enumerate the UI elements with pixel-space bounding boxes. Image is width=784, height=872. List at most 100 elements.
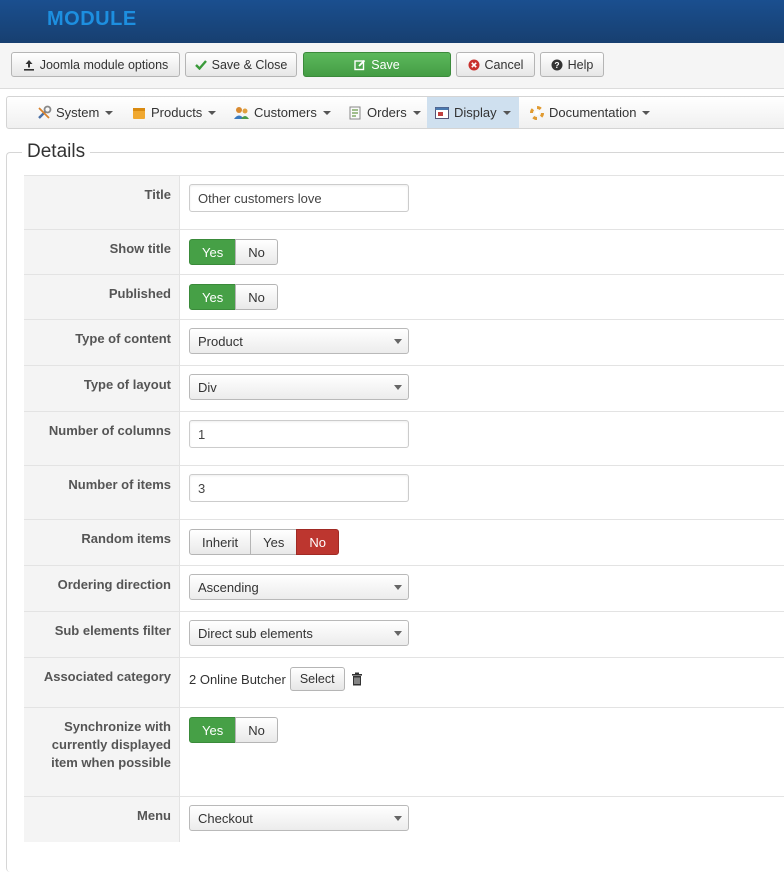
wrench-icon (36, 105, 52, 121)
select-category-button[interactable]: Select (289, 667, 345, 691)
sub-elements-filter-select[interactable]: Direct sub elements (189, 620, 409, 646)
svg-text:?: ? (554, 60, 559, 70)
synchronize-yes[interactable]: Yes (189, 717, 237, 743)
ordering-direction-label: Ordering direction (57, 577, 171, 592)
title-label: Title (144, 187, 172, 202)
form-row-type-of-layout: Type of layout Div (24, 365, 784, 411)
cancel-icon (468, 59, 480, 71)
menu-value: Checkout (198, 810, 253, 826)
type-of-content-value: Product (198, 333, 243, 349)
check-icon (194, 59, 207, 70)
random-items-toggle: Inherit Yes No (189, 529, 339, 555)
toolbar: Joomla module options Save & Close Save … (0, 43, 784, 89)
number-of-columns-label: Number of columns (48, 423, 171, 438)
cancel-button[interactable]: Cancel (456, 52, 535, 77)
menu-select[interactable]: Checkout (189, 805, 409, 831)
number-of-columns-input[interactable]: 1 (189, 420, 409, 448)
edit-icon (354, 59, 366, 71)
random-items-inherit[interactable]: Inherit (189, 529, 252, 555)
upload-icon (23, 59, 35, 71)
chevron-down-icon (394, 385, 402, 390)
form-row-title: Title Other customers love (24, 175, 784, 229)
form-row-ordering-direction: Ordering direction Ascending (24, 565, 784, 611)
form-row-show-title: Show title Yes No (24, 229, 784, 274)
menu-documentation-label: Documentation (549, 105, 637, 120)
published-no[interactable]: No (235, 284, 278, 310)
chevron-down-icon (412, 110, 421, 115)
ordering-direction-value: Ascending (198, 579, 259, 595)
chevron-down-icon (394, 631, 402, 636)
chevron-down-icon (322, 110, 331, 115)
help-button[interactable]: ? Help (540, 52, 604, 77)
save-close-button[interactable]: Save & Close (185, 52, 297, 77)
show-title-toggle: Yes No (189, 239, 278, 265)
ordering-direction-select[interactable]: Ascending (189, 574, 409, 600)
associated-category-label: Associated category (43, 669, 171, 684)
help-icon: ? (551, 59, 563, 71)
menu-orders-label: Orders (367, 105, 407, 120)
show-title-yes[interactable]: Yes (189, 239, 237, 265)
chevron-down-icon (394, 816, 402, 821)
menu-documentation[interactable]: Documentation (522, 97, 657, 128)
number-of-items-input[interactable]: 3 (189, 474, 409, 502)
menu-products-label: Products (151, 105, 203, 120)
associated-category-value: 2 Online Butcher (189, 671, 286, 687)
lifebuoy-icon (529, 105, 545, 121)
menu-display[interactable]: Display (427, 97, 519, 128)
trash-icon[interactable] (351, 672, 363, 686)
form-row-associated-category: Associated category 2 Online Butcher Sel… (24, 657, 784, 707)
box-icon (131, 105, 147, 121)
menu-customers-label: Customers (254, 105, 317, 120)
app-header: MODULE (0, 0, 784, 43)
chevron-down-icon (642, 110, 651, 115)
form-row-sub-elements-filter: Sub elements filter Direct sub elements (24, 611, 784, 657)
component-menu-bar: System Products Customers Orders Display (6, 96, 784, 129)
form-row-published: Published Yes No (24, 274, 784, 319)
menu-customers[interactable]: Customers (226, 97, 338, 128)
menu-products[interactable]: Products (124, 97, 223, 128)
cancel-label: Cancel (484, 57, 524, 72)
type-of-layout-label: Type of layout (83, 377, 171, 392)
synchronize-no[interactable]: No (235, 717, 278, 743)
type-of-layout-select[interactable]: Div (189, 374, 409, 400)
form-row-number-of-columns: Number of columns 1 (24, 411, 784, 465)
joomla-module-options-label: Joomla module options (39, 57, 169, 72)
menu-system[interactable]: System (29, 97, 120, 128)
chevron-down-icon (502, 110, 511, 115)
display-icon (434, 105, 450, 121)
chevron-down-icon (105, 110, 114, 115)
random-items-yes[interactable]: Yes (250, 529, 298, 555)
chevron-down-icon (394, 585, 402, 590)
type-of-content-select[interactable]: Product (189, 328, 409, 354)
form-row-random-items: Random items Inherit Yes No (24, 519, 784, 565)
form-row-synchronize: Synchronize with currently displayed ite… (24, 707, 784, 796)
help-label: Help (567, 57, 594, 72)
sub-elements-filter-label: Sub elements filter (54, 623, 171, 638)
menu-display-label: Display (454, 105, 497, 120)
show-title-label: Show title (109, 241, 171, 256)
random-items-no[interactable]: No (296, 529, 339, 555)
random-items-label: Random items (81, 531, 171, 546)
save-button[interactable]: Save (303, 52, 451, 77)
sub-elements-filter-value: Direct sub elements (198, 625, 313, 641)
type-of-layout-value: Div (198, 379, 217, 395)
users-icon (233, 105, 250, 121)
published-label: Published (108, 286, 171, 301)
show-title-no[interactable]: No (235, 239, 278, 265)
title-input[interactable]: Other customers love (189, 184, 409, 212)
published-toggle: Yes No (189, 284, 278, 310)
chevron-down-icon (394, 339, 402, 344)
menu-orders[interactable]: Orders (340, 97, 428, 128)
joomla-module-options-button[interactable]: Joomla module options (11, 52, 180, 77)
save-label: Save (371, 57, 400, 72)
published-yes[interactable]: Yes (189, 284, 237, 310)
menu-system-label: System (56, 105, 100, 120)
details-form: Title Other customers love Show title Ye… (24, 175, 784, 842)
menu-label: Menu (137, 808, 171, 823)
document-icon (347, 105, 363, 121)
details-legend: Details (22, 141, 91, 163)
synchronize-label: Synchronize with currently displayed ite… (51, 719, 171, 770)
page-title: MODULE (47, 8, 137, 30)
save-close-label: Save & Close (211, 57, 288, 72)
form-row-type-of-content: Type of content Product (24, 319, 784, 365)
